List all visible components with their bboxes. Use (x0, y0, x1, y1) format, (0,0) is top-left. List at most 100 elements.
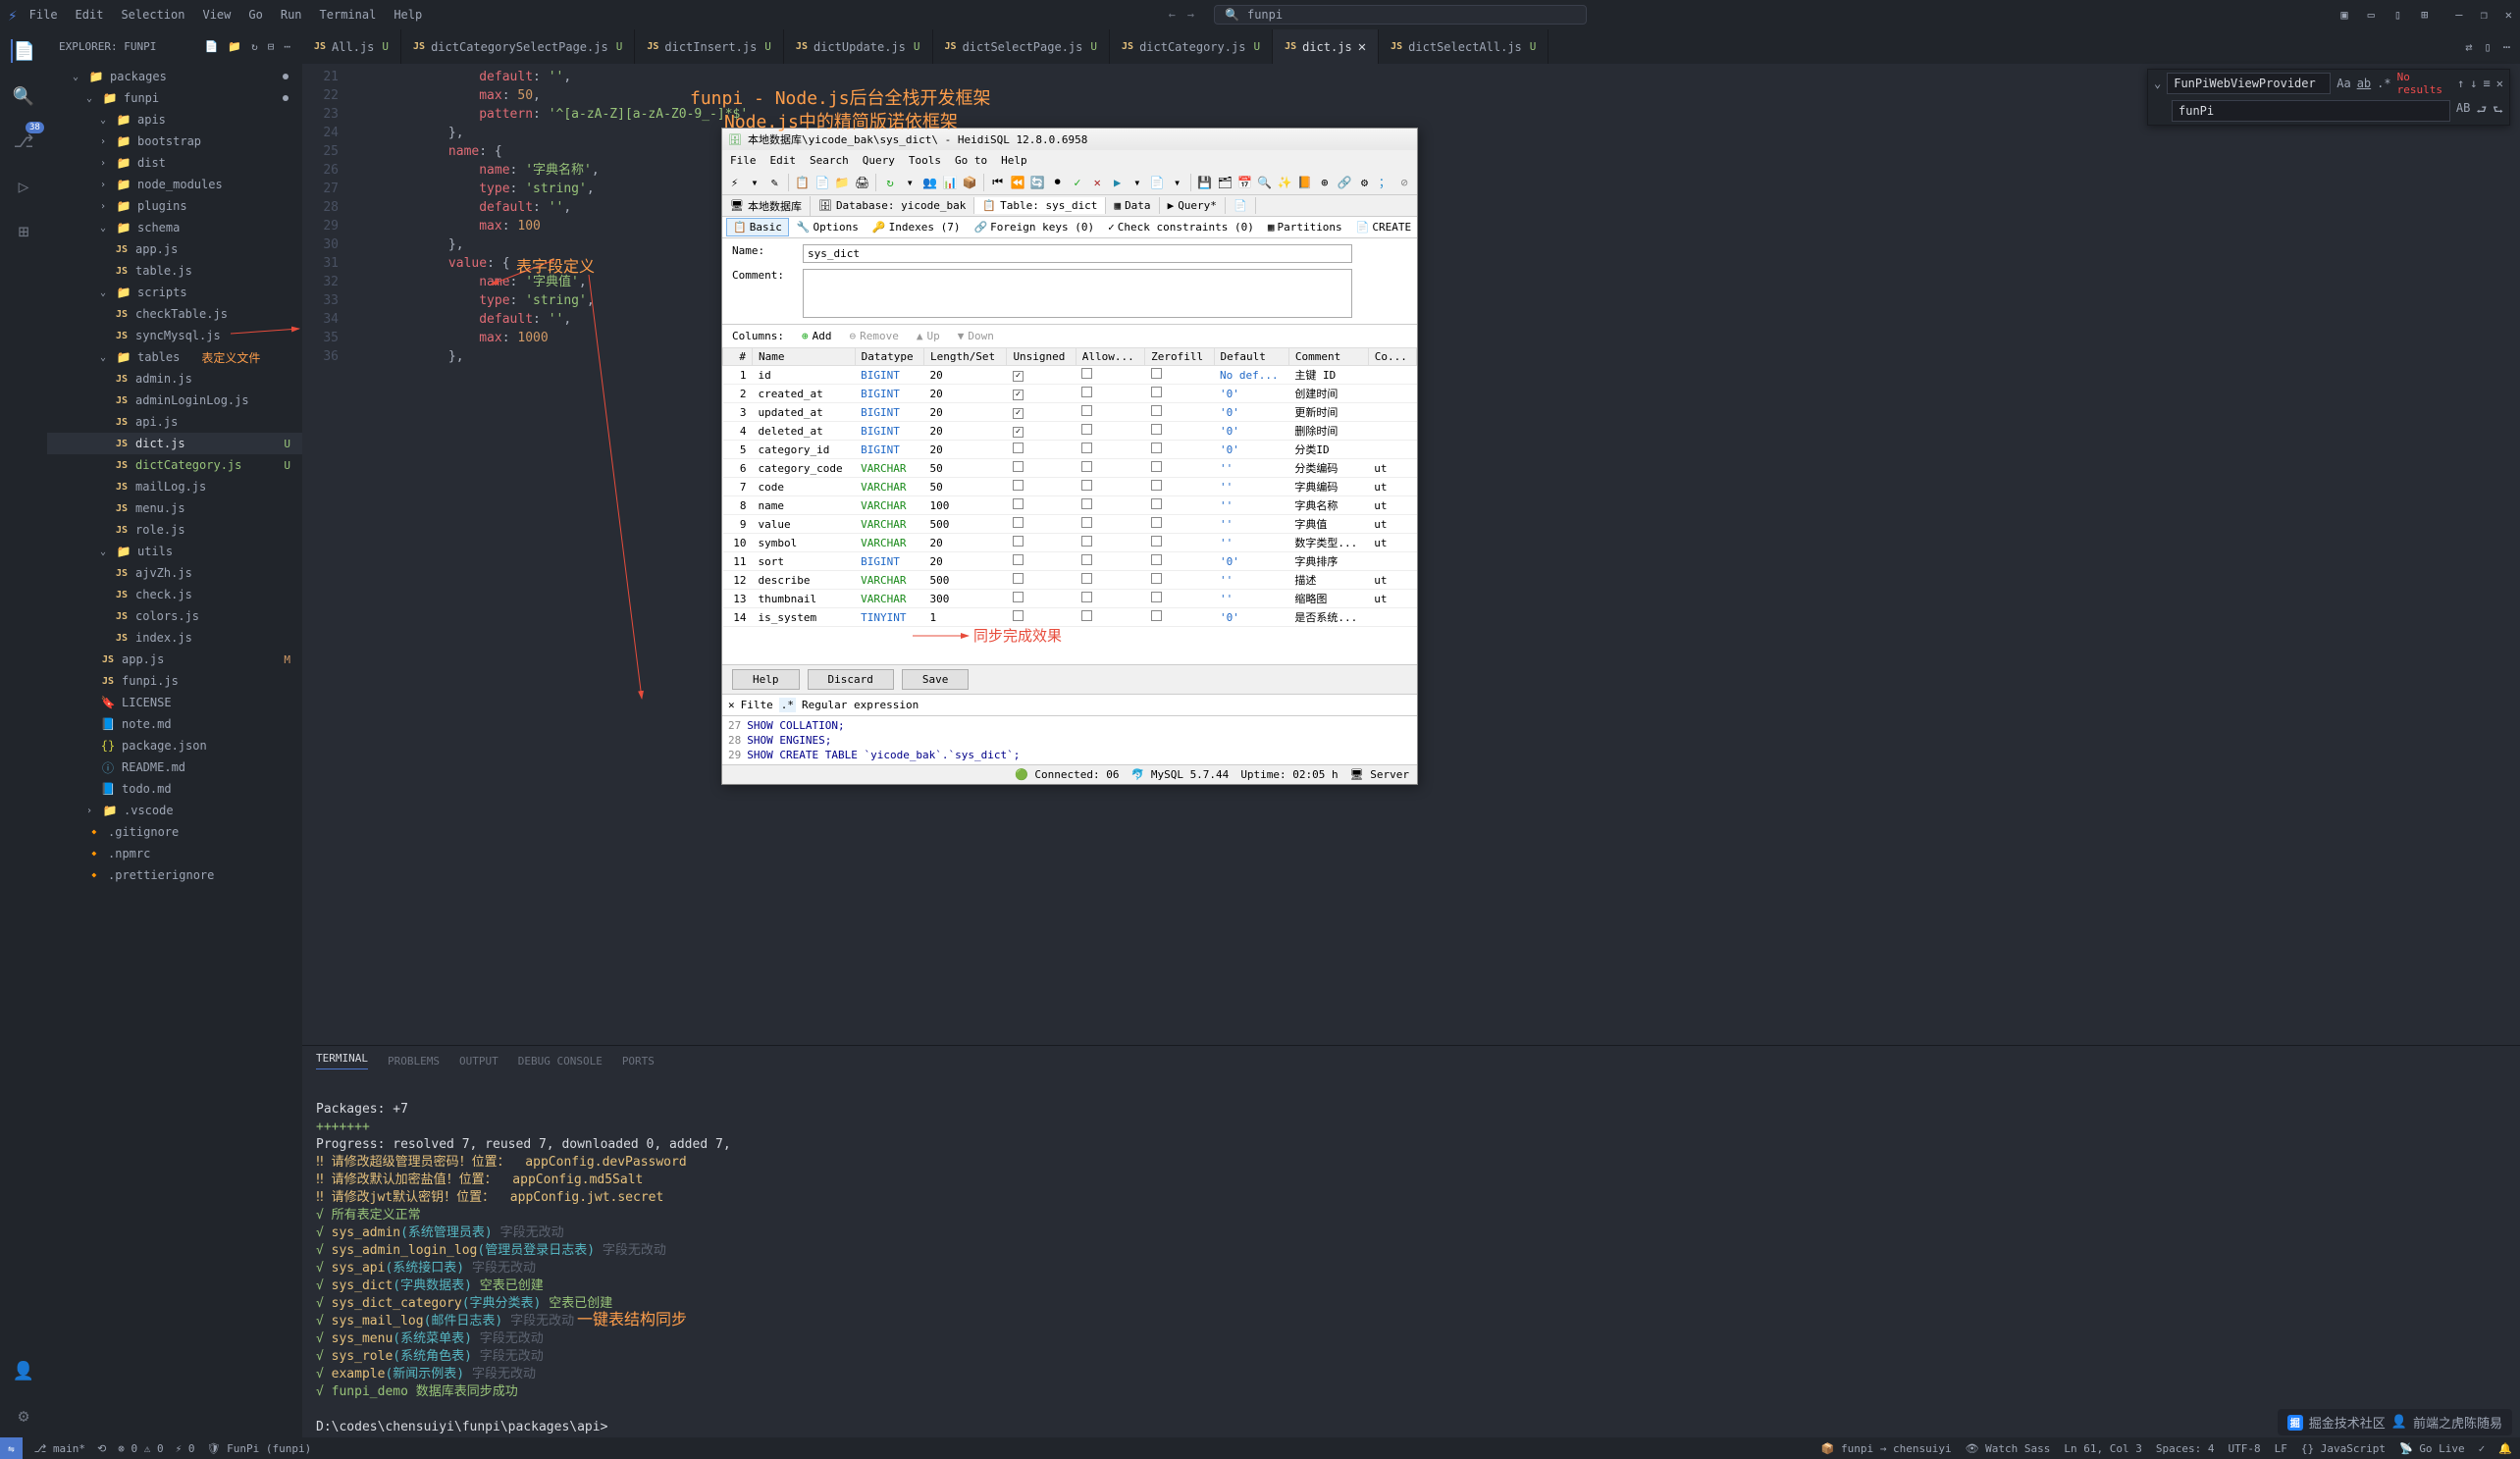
tab-more-icon[interactable]: ⋯ (2503, 40, 2510, 54)
prev-match-icon[interactable]: ↑ (2457, 77, 2464, 90)
encoding-status[interactable]: UTF-8 (2229, 1442, 2261, 1455)
tree-file[interactable]: 🔖LICENSE (47, 692, 302, 713)
nav-fwd-icon[interactable]: → (1187, 8, 1194, 22)
heidi-titlebar[interactable]: 🗄 本地数据库\yicode_bak\sys_dict\ - HeidiSQL … (722, 129, 1417, 150)
layout-panel-left-icon[interactable]: ▣ (2333, 4, 2355, 26)
col-uns[interactable]: Unsigned (1007, 348, 1076, 366)
table-row[interactable]: 11sortBIGINT20'0'字典排序 (723, 552, 1417, 571)
tab[interactable]: JSdictInsert.jsU (635, 29, 784, 64)
copy-icon[interactable]: 📋 (794, 174, 811, 191)
search-icon[interactable]: 🔍 (12, 84, 35, 108)
table-row[interactable]: 7codeVARCHAR50''字典编码ut (723, 478, 1417, 496)
layout-customize-icon[interactable]: ⊞ (2413, 4, 2436, 26)
terminal-output[interactable]: Packages: +7 +++++++ Progress: resolved … (302, 1075, 2520, 1437)
menu-edit[interactable]: Edit (76, 8, 104, 22)
pencil-icon[interactable]: ✎ (766, 174, 783, 191)
col-len[interactable]: Length/Set (923, 348, 1006, 366)
tree-file[interactable]: JSmenu.js (47, 497, 302, 519)
tree-file[interactable]: JStable.js (47, 260, 302, 282)
col-dt[interactable]: Datatype (855, 348, 923, 366)
columns-grid[interactable]: # Name Datatype Length/Set Unsigned Allo… (722, 347, 1417, 664)
tree-folder-packages[interactable]: ⌄📁packages (47, 66, 302, 87)
discard-button[interactable]: Discard (808, 669, 894, 690)
col-col[interactable]: Co... (1368, 348, 1416, 366)
tree-file[interactable]: JSmailLog.js (47, 476, 302, 497)
print-icon[interactable]: 🖨 (854, 174, 870, 191)
crumb-data[interactable]: ▦ Data (1106, 197, 1159, 214)
toggle-replace-icon[interactable]: ⌄ (2154, 77, 2161, 90)
eol-status[interactable]: LF (2275, 1442, 2287, 1455)
match-case-icon[interactable]: Aa (2336, 77, 2350, 90)
tree-folder-dist[interactable]: ›📁dist (47, 152, 302, 174)
replace-input[interactable] (2172, 100, 2450, 122)
heidi-sql-log[interactable]: 27SHOW COLLATION;28SHOW ENGINES;29SHOW C… (722, 715, 1417, 764)
tab[interactable]: JSdictUpdate.jsU (784, 29, 933, 64)
up-col-button[interactable]: ▲Up (917, 330, 940, 342)
tree-file[interactable]: JSapi.js (47, 411, 302, 433)
menu-run[interactable]: Run (281, 8, 302, 22)
heidi-menu-goto[interactable]: Go to (955, 154, 987, 167)
tree-file[interactable]: JSfunpi.js (47, 670, 302, 692)
menu-view[interactable]: View (202, 8, 231, 22)
menu-help[interactable]: Help (394, 8, 422, 22)
remote-indicator[interactable]: ⇋ (0, 1437, 23, 1459)
tab-terminal[interactable]: TERMINAL (316, 1052, 368, 1069)
settings-gear-icon[interactable]: ⚙ (12, 1404, 35, 1428)
command-center[interactable]: 🔍 funpi (1214, 5, 1587, 25)
table-row[interactable]: 10symbolVARCHAR20''数字类型...ut (723, 534, 1417, 552)
tab-ports[interactable]: PORTS (622, 1055, 655, 1068)
close-find-icon[interactable]: ✕ (2496, 77, 2503, 90)
stop-icon[interactable]: ⊘ (1396, 174, 1413, 191)
add-col-button[interactable]: ⊕Add (802, 330, 832, 342)
tab[interactable]: JSAll.jsU (302, 29, 401, 64)
subtab-cc[interactable]: ✓Check constraints (0) (1102, 219, 1260, 235)
tree-file[interactable]: JSadmin.js (47, 368, 302, 390)
code-content[interactable]: default: '', max: 50, pattern: '^[a-zA-Z… (356, 64, 2520, 1045)
tree-file[interactable]: 📘todo.md (47, 778, 302, 800)
crumb-db[interactable]: 🗄 Database: yicode_bak (811, 197, 974, 214)
table-row[interactable]: 12describeVARCHAR500''描述ut (723, 571, 1417, 590)
run-icon[interactable]: ▶ (1109, 174, 1126, 191)
menu-terminal[interactable]: Terminal (320, 8, 377, 22)
table-row[interactable]: 13thumbnailVARCHAR300''缩略图ut (723, 590, 1417, 608)
indent-status[interactable]: Spaces: 4 (2156, 1442, 2215, 1455)
tb-icon[interactable]: ⚡ (726, 174, 743, 191)
crumb-query[interactable]: ▶ Query* (1160, 197, 1226, 214)
col-com[interactable]: Comment (1288, 348, 1368, 366)
minimize-icon[interactable]: ― (2455, 8, 2462, 22)
tab[interactable]: JSdictCategorySelectPage.jsU (401, 29, 635, 64)
replace-all-icon[interactable]: ⮑ (2493, 101, 2503, 122)
whole-word-icon[interactable]: ab (2357, 77, 2371, 90)
branch-status[interactable]: ⎇ main* (34, 1442, 85, 1455)
col-name[interactable]: Name (753, 348, 856, 366)
more-icon[interactable]: ⋯ (284, 40, 290, 53)
split-icon[interactable]: ▯ (2485, 40, 2492, 54)
next-match-icon[interactable]: ↓ (2470, 77, 2477, 90)
subtab-fk[interactable]: 🔗Foreign keys (0) (968, 219, 1100, 235)
tree-file[interactable]: JScheck.js (47, 584, 302, 605)
tree-file[interactable]: JSdictCategory.jsU (47, 454, 302, 476)
subtab-part[interactable]: ▦Partitions (1262, 219, 1348, 235)
table-row[interactable]: 3updated_atBIGINT20'0'更新时间 (723, 403, 1417, 422)
tab[interactable]: JSdictCategory.jsU (1110, 29, 1273, 64)
down-col-button[interactable]: ▼Down (958, 330, 994, 342)
cursor-pos[interactable]: Ln 61, Col 3 (2064, 1442, 2141, 1455)
collapse-icon[interactable]: ⊟ (268, 40, 275, 53)
table-row[interactable]: 5category_idBIGINT20'0'分类ID (723, 441, 1417, 459)
menu-selection[interactable]: Selection (121, 8, 184, 22)
tree-file[interactable]: JScolors.js (47, 605, 302, 627)
crumb-add[interactable]: 📄 (1226, 197, 1256, 214)
tab-problems[interactable]: PROBLEMS (388, 1055, 440, 1068)
errors-status[interactable]: ⊗ 0 ⚠ 0 (118, 1442, 163, 1455)
filter-close-icon[interactable]: ✕ (728, 699, 735, 711)
tree-folder-node-modules[interactable]: ›📁node_modules (47, 174, 302, 195)
tab-active[interactable]: JSdict.js✕ (1273, 29, 1379, 64)
bell-icon[interactable]: 🔔 (2498, 1442, 2512, 1455)
watch-sass-status[interactable]: 👁 Watch Sass (1966, 1442, 2051, 1455)
tree-folder-plugins[interactable]: ›📁plugins (47, 195, 302, 217)
sync-icon[interactable]: ⟲ (97, 1442, 106, 1455)
tab-debug-console[interactable]: DEBUG CONSOLE (518, 1055, 603, 1068)
heidi-menu-tools[interactable]: Tools (909, 154, 941, 167)
table-row[interactable]: 14is_systemTINYINT1'0'是否系统... (723, 608, 1417, 627)
tree-file[interactable]: 📘note.md (47, 713, 302, 735)
